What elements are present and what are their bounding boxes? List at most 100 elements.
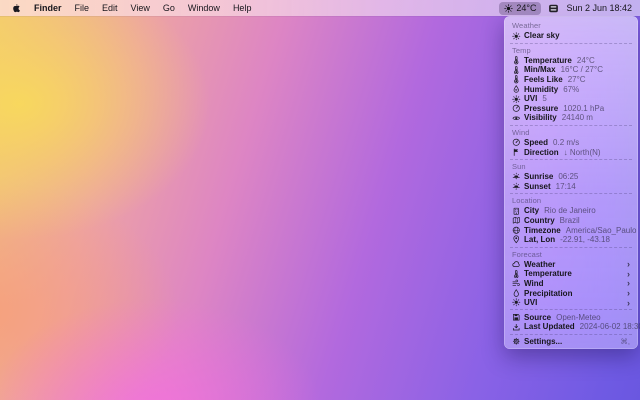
row-value: 27°C [568, 75, 586, 84]
row-value: 0.2 m/s [553, 138, 579, 147]
row-label: Feels Like [524, 75, 563, 84]
row-label: UVI [524, 298, 537, 307]
menu-row-city[interactable]: CityRio de Janeiro [508, 206, 634, 216]
menu-item-view[interactable]: View [131, 3, 150, 13]
section-header-weather: Weather [508, 21, 634, 30]
eye-icon [512, 114, 521, 123]
menu-row-country[interactable]: Country Brazil [508, 216, 634, 226]
row-value: America/Sao_Paulo [566, 226, 637, 235]
row-value: 1020.1 hPa [563, 104, 604, 113]
thermometer-icon [512, 270, 521, 279]
row-label: Timezone [524, 226, 561, 235]
gear-icon [512, 337, 521, 346]
wind-icon [512, 279, 521, 288]
weather-dropdown-panel: WeatherClear skyTempTemperature24°CMin/M… [504, 16, 638, 349]
menu-row-weather[interactable]: Weather› [508, 260, 634, 270]
pressure-icon [512, 104, 521, 113]
menu-bar: Finder File Edit View Go Window Help 24°C Sun … [0, 0, 640, 16]
control-center-icon[interactable] [548, 3, 559, 14]
sun-icon [504, 4, 513, 13]
globe-icon [512, 226, 521, 235]
menu-row-visibility[interactable]: Visibility24140 m [508, 113, 634, 123]
row-label: Clear sky [524, 31, 560, 40]
sun-icon [512, 298, 521, 307]
row-shortcut: ⌘, [620, 337, 630, 346]
menu-item-finder[interactable]: Finder [34, 3, 62, 13]
row-label: Sunrise [524, 172, 553, 181]
section-header-wind: Wind [508, 128, 634, 137]
row-label: Sunset [524, 182, 551, 191]
row-label: City [524, 206, 539, 215]
apple-logo-icon[interactable] [10, 3, 21, 14]
menu-row-uvi[interactable]: UVI› [508, 298, 634, 308]
row-value: Brazil [560, 216, 580, 225]
row-label: Direction [524, 148, 559, 157]
menu-row-direction[interactable]: Direction ↓ North(N) [508, 147, 634, 157]
row-label: Lat, Lon [524, 235, 555, 244]
section-divider [510, 247, 632, 248]
section-divider [510, 309, 632, 310]
menu-items: Finder File Edit View Go Window Help [34, 3, 251, 13]
menu-row-min-max[interactable]: Min/Max 16°C / 27°C [508, 65, 634, 75]
row-label: Last Updated [524, 322, 575, 331]
chevron-right-icon: › [627, 279, 630, 287]
menu-row-source[interactable]: Source Open-Meteo [508, 312, 634, 322]
menu-item-file[interactable]: File [75, 3, 90, 13]
desktop-wallpaper: Finder File Edit View Go Window Help 24°C Sun … [0, 0, 640, 400]
menu-row-settings[interactable]: Settings... ⌘, [508, 337, 634, 347]
menu-row-speed[interactable]: Speed0.2 m/s [508, 138, 634, 148]
disk-icon [512, 313, 521, 322]
menu-row-temperature[interactable]: Temperature› [508, 269, 634, 279]
menu-row-sunrise[interactable]: Sunrise 06:25 [508, 172, 634, 182]
gauge-icon [512, 138, 521, 147]
row-label: Country [524, 216, 555, 225]
menu-row-lat-lon[interactable]: Lat, Lon-22.91, -43.18 [508, 235, 634, 245]
menu-row-last-updated[interactable]: Last Updated2024-06-02 18:30 [508, 322, 634, 332]
menu-row-clear-sky[interactable]: Clear sky [508, 31, 634, 41]
section-divider [510, 43, 632, 44]
menu-item-go[interactable]: Go [163, 3, 175, 13]
row-label: Pressure [524, 104, 558, 113]
chevron-right-icon: › [627, 289, 630, 297]
row-label: Humidity [524, 85, 558, 94]
menu-row-temperature[interactable]: Temperature24°C [508, 56, 634, 66]
menu-row-timezone[interactable]: Timezone America/Sao_Paulo [508, 225, 634, 235]
section-divider [510, 193, 632, 194]
menu-item-window[interactable]: Window [188, 3, 220, 13]
row-label: Settings... [524, 337, 562, 346]
row-value: 06:25 [558, 172, 578, 181]
menu-row-sunset[interactable]: Sunset17:14 [508, 182, 634, 192]
menu-item-help[interactable]: Help [233, 3, 252, 13]
row-label: UVI [524, 94, 537, 103]
cloud-icon [512, 260, 521, 269]
humidity-icon [512, 85, 521, 94]
section-divider [510, 334, 632, 335]
pin-icon [512, 235, 521, 244]
menu-row-humidity[interactable]: Humidity 67% [508, 84, 634, 94]
row-label: Weather [524, 260, 555, 269]
city-icon [512, 207, 521, 216]
drop-icon [512, 289, 521, 298]
flag-icon [512, 148, 521, 157]
menu-item-edit[interactable]: Edit [102, 3, 118, 13]
menu-bar-clock[interactable]: Sun 2 Jun 18:42 [566, 3, 632, 13]
menu-bar-status-area: 24°C Sun 2 Jun 18:42 [499, 2, 632, 15]
menu-row-precipitation[interactable]: Precipitation› [508, 288, 634, 298]
row-label: Source [524, 313, 551, 322]
row-value: 16°C / 27°C [561, 65, 603, 74]
row-label: Min/Max [524, 65, 556, 74]
row-value: 24°C [577, 56, 595, 65]
menu-row-feels-like[interactable]: Feels Like 27°C [508, 75, 634, 85]
row-value: Open-Meteo [556, 313, 600, 322]
section-divider [510, 125, 632, 126]
download-icon [512, 323, 521, 332]
row-value: 5 [542, 94, 546, 103]
sunset-icon [512, 182, 521, 191]
row-value: ↓ North(N) [564, 148, 601, 157]
row-value: 67% [563, 85, 579, 94]
weather-status-item[interactable]: 24°C [499, 2, 541, 15]
menu-row-pressure[interactable]: Pressure 1020.1 hPa [508, 104, 634, 114]
menu-row-uvi[interactable]: UVI 5 [508, 94, 634, 104]
menu-row-wind[interactable]: Wind› [508, 279, 634, 289]
row-label: Visibility [524, 113, 557, 122]
